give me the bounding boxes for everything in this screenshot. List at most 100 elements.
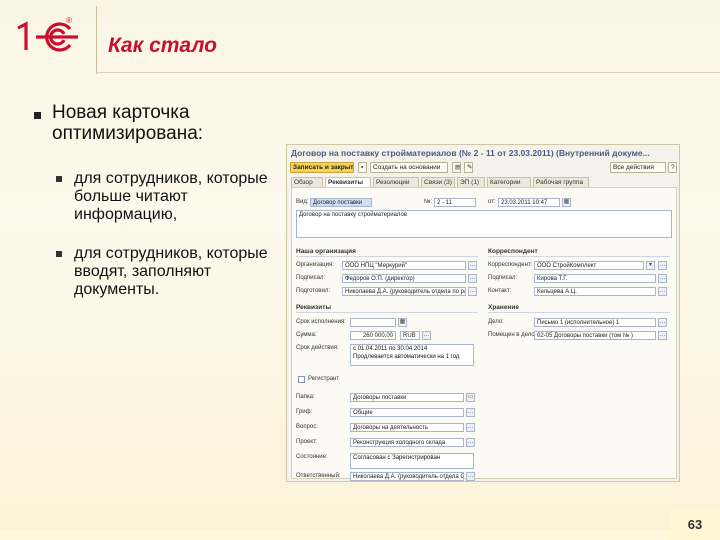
- registered-mark: ®: [66, 16, 72, 25]
- number-field[interactable]: 2 - 11: [434, 198, 476, 207]
- correspondent-section-title: Корреспондент: [488, 248, 538, 255]
- select-icon[interactable]: …: [468, 287, 477, 296]
- select-icon[interactable]: …: [466, 423, 475, 432]
- storage-section-title: Хранение: [488, 304, 519, 311]
- sub-bullet-text: для сотрудников, которые больше читают и…: [74, 170, 268, 223]
- kind-label: Вид:: [296, 199, 309, 205]
- contact-field[interactable]: Кельцева А.Ц.: [534, 287, 656, 296]
- calendar-icon[interactable]: ▦: [398, 318, 407, 327]
- placed-label: Помещен в дело:: [488, 332, 537, 338]
- tab-resolutions[interactable]: Резолюции: [373, 177, 419, 187]
- tab-work-group[interactable]: Рабочая группа: [533, 177, 589, 187]
- tab-signatures[interactable]: ЭП (1): [457, 177, 485, 187]
- section-divider: [296, 312, 478, 313]
- title-rule: [96, 72, 720, 73]
- folder-field[interactable]: Договоры поставки: [350, 393, 464, 402]
- date-field[interactable]: 23.03.2011 10:47: [498, 198, 560, 207]
- org-label: Организация:: [296, 262, 334, 268]
- correspondent-field[interactable]: ООО СтройКомплект: [534, 261, 644, 270]
- sub-bullet-marker: [56, 251, 62, 257]
- sub-bullet-marker: [56, 176, 62, 182]
- kind-field[interactable]: Договор поставки: [310, 198, 372, 207]
- case-label: Дело:: [488, 319, 504, 325]
- sub-bullet-text: для сотрудников, которые вводят, заполня…: [74, 245, 268, 298]
- document-name-field[interactable]: Договор на поставку стройматериалов: [296, 210, 672, 238]
- tab-overview[interactable]: Обзор: [291, 177, 323, 187]
- currency-field[interactable]: RUB: [400, 331, 420, 340]
- sum-field[interactable]: 260 000,00: [350, 331, 396, 340]
- help-icon[interactable]: ?: [668, 162, 677, 173]
- document-form-window: Договор на поставку стройматериалов (№ 2…: [286, 144, 680, 482]
- tab-links[interactable]: Связи (3): [421, 177, 455, 187]
- main-bullet-text: Новая карточка оптимизирована:: [52, 102, 204, 144]
- select-icon[interactable]: …: [658, 287, 667, 296]
- select-icon[interactable]: …: [422, 331, 431, 340]
- responsible-label: Ответственный:: [296, 473, 341, 479]
- requisites-pane: Вид: Договор поставки №: 2 - 11 от: 23.0…: [291, 187, 677, 481]
- create-based-on-button[interactable]: Создать на основании: [370, 162, 448, 173]
- form-tabs: Обзор Реквизиты Резолюции Связи (3) ЭП (…: [291, 177, 677, 187]
- registrant-label: Регистрант: [308, 376, 340, 382]
- question-label: Вопрос:: [296, 424, 318, 430]
- folder-icon[interactable]: ▭: [466, 393, 475, 402]
- contact-label: Контакт:: [488, 288, 512, 294]
- select-icon[interactable]: …: [658, 331, 667, 340]
- number-label: №:: [424, 199, 433, 205]
- term-label: Срок исполнения:: [296, 319, 346, 325]
- validity-note: Продлевается автоматически на 1 год: [353, 354, 460, 360]
- placed-field[interactable]: 02-05 Договоры поставки (том № ): [534, 331, 656, 340]
- open-icon[interactable]: …: [658, 261, 667, 270]
- form-toolbar: Записать и закрыть ▪ Создать на основани…: [290, 162, 678, 174]
- project-field[interactable]: Реконструкция холодного склада: [350, 438, 464, 447]
- our-org-section-title: Наша организация: [296, 248, 356, 255]
- term-field[interactable]: [350, 318, 396, 327]
- section-divider: [488, 256, 670, 257]
- save-and-close-button[interactable]: Записать и закрыть: [290, 162, 354, 173]
- preparer-field[interactable]: Николаева Д.А. (руководитель отдела по р…: [342, 287, 466, 296]
- 1c-logo: [17, 21, 78, 52]
- requisites-section-title: Реквизиты: [296, 304, 331, 311]
- select-icon[interactable]: …: [658, 318, 667, 327]
- select-icon[interactable]: …: [468, 261, 477, 270]
- select-icon[interactable]: …: [466, 472, 475, 481]
- footer-strip: [0, 530, 670, 540]
- form-title: Договор на поставку стройматериалов (№ 2…: [291, 148, 650, 158]
- select-icon[interactable]: …: [466, 438, 475, 447]
- correspondent-label: Корреспондент:: [488, 262, 533, 268]
- print-icon[interactable]: ▤: [452, 162, 461, 173]
- section-divider: [488, 312, 670, 313]
- select-icon[interactable]: …: [468, 274, 477, 283]
- main-bullet-marker: [34, 112, 41, 119]
- signer-label: Подписал:: [296, 275, 326, 281]
- responsible-field[interactable]: Николаева Д.А. (руководитель отдела ОК): [350, 472, 464, 481]
- page-number: 63: [670, 510, 720, 540]
- org-field[interactable]: ООО НПЦ "Меркурий": [342, 261, 466, 270]
- state-label: Состояние:: [296, 454, 328, 460]
- state-box[interactable]: Согласован с Зарегистрирован: [350, 453, 474, 469]
- corr-signer-field[interactable]: Кирова Т.Г.: [534, 274, 656, 283]
- corr-signer-label: Подписал:: [488, 275, 518, 281]
- date-label: от:: [488, 199, 496, 205]
- section-divider: [296, 256, 478, 257]
- all-actions-menu[interactable]: Все действия: [610, 162, 666, 173]
- signer-field[interactable]: Федоров О.П. (директор): [342, 274, 466, 283]
- save-icon[interactable]: ▪: [358, 162, 367, 173]
- registrant-checkbox[interactable]: [298, 376, 305, 383]
- stamp-field[interactable]: Общие: [350, 408, 464, 417]
- validity-box[interactable]: с 01.04.2011 по 30.04.2014 Продлевается …: [350, 344, 474, 366]
- folder-label: Папка:: [296, 394, 315, 400]
- question-field[interactable]: Договоры на деятельность: [350, 423, 464, 432]
- attach-icon[interactable]: ✎: [464, 162, 473, 173]
- tab-requisites[interactable]: Реквизиты: [325, 177, 371, 187]
- tab-categories[interactable]: Категории: [487, 177, 531, 187]
- project-label: Проект:: [296, 439, 318, 445]
- validity-label: Срок действия:: [296, 345, 339, 351]
- state-value: Согласован с Зарегистрирован: [353, 455, 441, 461]
- stamp-label: Гриф:: [296, 409, 313, 415]
- case-field[interactable]: Письмо 1 (исполнительное) 1: [534, 318, 656, 327]
- dropdown-icon[interactable]: ▾: [646, 261, 655, 270]
- select-icon[interactable]: …: [658, 274, 667, 283]
- select-icon[interactable]: …: [466, 408, 475, 417]
- sum-label: Сумма:: [296, 332, 317, 338]
- calendar-icon[interactable]: ▦: [562, 198, 571, 207]
